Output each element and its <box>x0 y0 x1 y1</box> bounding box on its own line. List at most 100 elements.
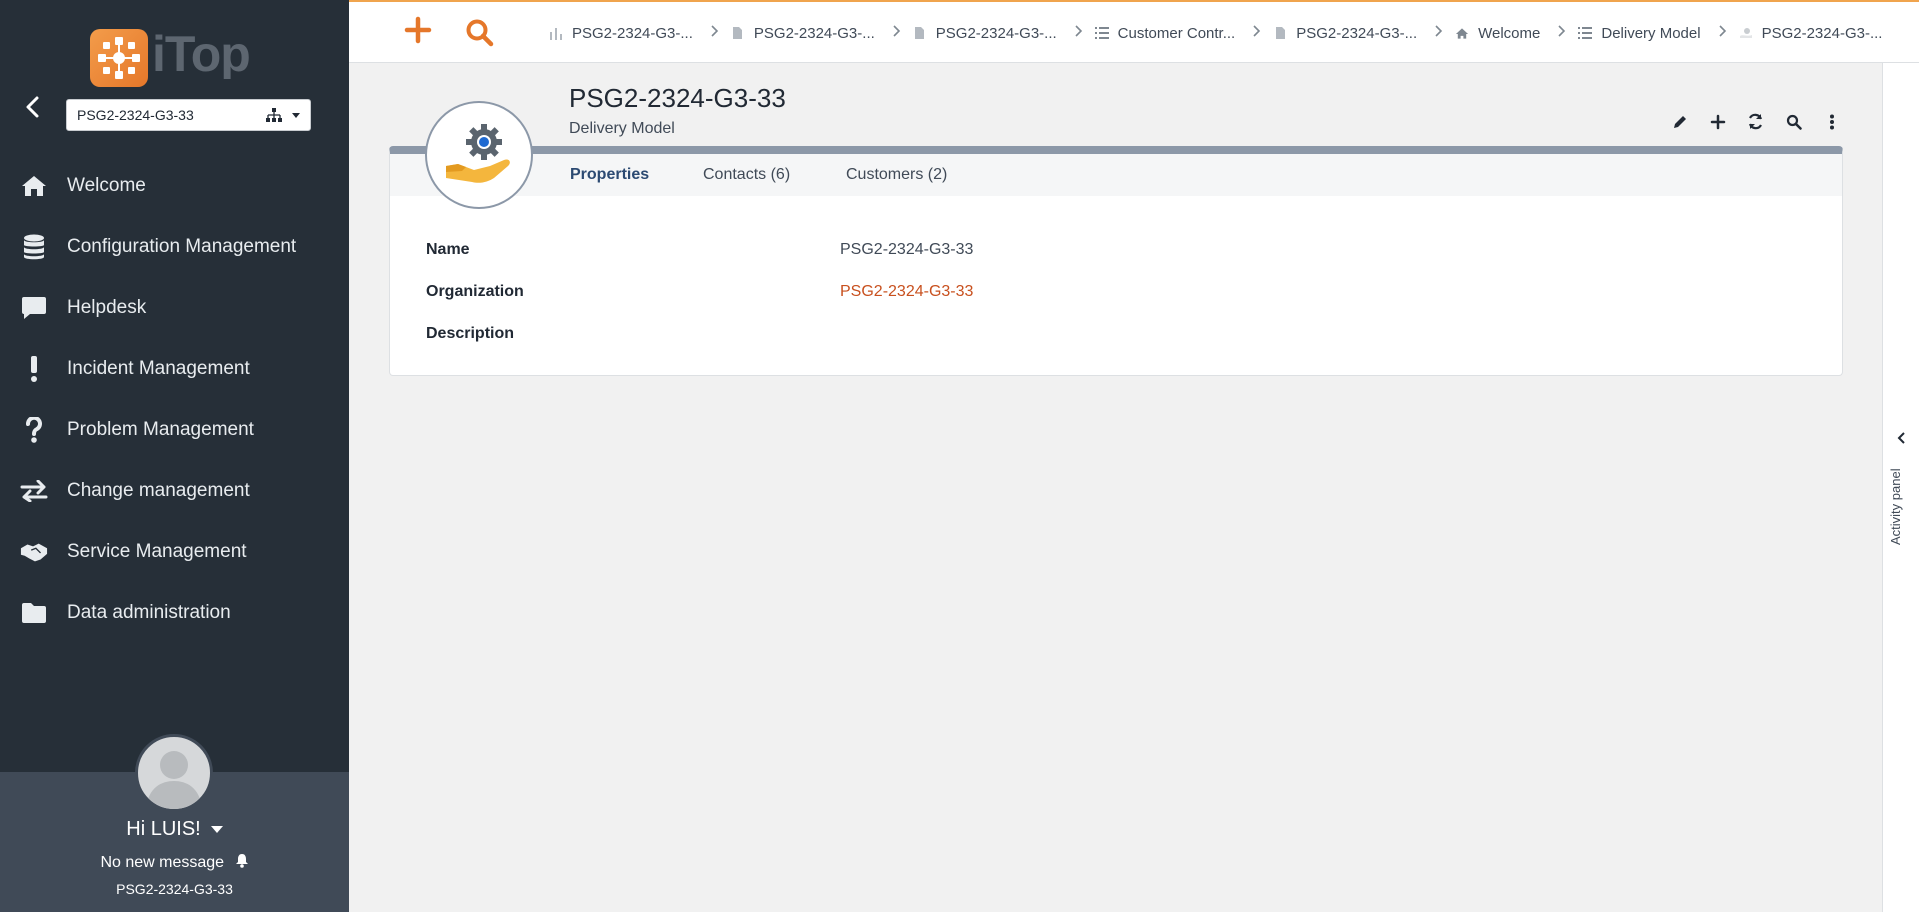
menu-item-label: Problem Management <box>67 418 254 440</box>
kebab-menu-icon <box>1829 114 1834 129</box>
refresh-icon <box>1748 113 1763 130</box>
breadcrumb-label: Customer Contr... <box>1117 24 1236 42</box>
svg-text:iTop: iTop <box>152 26 250 79</box>
home-icon <box>1455 26 1469 40</box>
document-icon <box>1273 26 1287 40</box>
chevron-right-icon <box>893 24 901 42</box>
chevron-down-icon <box>292 112 300 118</box>
menu-item-label: Incident Management <box>67 357 250 379</box>
search-icon <box>466 19 494 47</box>
breadcrumb-label: PSG2-2324-G3-... <box>1296 24 1418 42</box>
menu-item-helpdesk[interactable]: Helpdesk <box>0 277 349 338</box>
search-button[interactable] <box>1784 112 1803 131</box>
breadcrumb-item[interactable]: PSG2-2324-G3-... <box>731 25 875 42</box>
new-button[interactable] <box>1708 112 1727 131</box>
menu-item-label: Welcome <box>67 174 146 196</box>
list-icon <box>1578 26 1593 40</box>
chart-icon <box>549 26 563 40</box>
chevron-right-icon <box>711 24 719 42</box>
breadcrumb-item[interactable]: PSG2-2324-G3-... <box>549 25 693 42</box>
greeting-text: Hi LUIS! <box>126 818 201 840</box>
database-icon <box>20 233 48 261</box>
edit-button[interactable] <box>1670 112 1689 131</box>
top-bar: PSG2-2324-G3-... PSG2-2324-G3-... PSG2-2… <box>349 0 1919 63</box>
exclamation-icon <box>20 355 48 383</box>
delivery-model-icon <box>1739 26 1753 40</box>
organization-link[interactable]: PSG2-2324-G3-33 <box>840 283 973 301</box>
chevron-right-icon <box>1558 24 1566 42</box>
breadcrumb-item[interactable]: Customer Contr... <box>1094 24 1236 42</box>
pencil-icon <box>1673 115 1686 128</box>
menu-item-service-management[interactable]: Service Management <box>0 521 349 582</box>
document-icon <box>731 26 745 40</box>
chevron-right-icon <box>1718 24 1727 42</box>
tabs-bar: Properties Contacts (6) Customers (2) <box>390 154 1842 196</box>
logo-mark-icon <box>90 29 148 87</box>
breadcrumb-label: PSG2-2324-G3-... <box>753 24 875 42</box>
delivery-model-icon <box>425 101 533 209</box>
breadcrumb-label: PSG2-2324-G3-... <box>935 24 1057 42</box>
field-label: Name <box>426 241 470 258</box>
menu-item-problem-management[interactable]: Problem Management <box>0 399 349 460</box>
breadcrumb-item-current[interactable]: PSG2-2324-G3-... <box>1739 24 1883 42</box>
avatar[interactable] <box>135 734 213 812</box>
activity-panel-toggle[interactable] <box>1895 431 1909 445</box>
menu-item-label: Data administration <box>67 601 231 623</box>
global-search-button[interactable] <box>465 18 495 48</box>
user-organization: PSG2-2324-G3-33 <box>116 881 233 897</box>
menu-item-data-administration[interactable]: Data administration <box>0 582 349 643</box>
question-icon <box>20 416 48 444</box>
notifications-text: No new message <box>100 854 225 871</box>
object-title: PSG2-2324-G3-33 <box>569 83 786 113</box>
breadcrumb-item[interactable]: PSG2-2324-G3-... <box>913 25 1057 42</box>
hierarchy-icon <box>266 108 282 122</box>
menu-item-configuration-management[interactable]: Configuration Management <box>0 216 349 277</box>
breadcrumb-label: PSG2-2324-G3-... <box>1761 24 1883 42</box>
breadcrumb: PSG2-2324-G3-... PSG2-2324-G3-... PSG2-2… <box>549 24 1882 42</box>
object-details-panel: Properties Contacts (6) Customers (2) Na… <box>389 146 1843 376</box>
breadcrumb-label: PSG2-2324-G3-... <box>572 24 693 42</box>
menu-item-welcome[interactable]: Welcome <box>0 155 349 216</box>
field-value-name: PSG2-2324-G3-33 <box>840 241 974 258</box>
search-icon <box>1786 114 1802 130</box>
object-class-label: Delivery Model <box>569 120 675 137</box>
user-silhouette-icon <box>146 751 202 809</box>
breadcrumb-item[interactable]: Delivery Model <box>1578 25 1701 42</box>
itop-logo[interactable]: iTop <box>90 26 252 88</box>
tab-customers[interactable]: Customers (2) <box>846 166 947 184</box>
breadcrumb-item[interactable]: PSG2-2324-G3-... <box>1273 25 1417 42</box>
chevron-left-icon <box>1897 432 1905 444</box>
list-icon <box>1094 26 1109 40</box>
sidebar: iTop PSG2-2324-G3-33 Welcome Configurati… <box>0 0 349 912</box>
more-actions-button[interactable] <box>1822 112 1841 131</box>
exchange-arrows-icon <box>20 477 48 505</box>
handshake-icon <box>20 538 48 566</box>
organization-filter-value: PSG2-2324-G3-33 <box>77 107 194 123</box>
new-object-button[interactable] <box>404 16 432 48</box>
chevron-left-icon <box>26 96 39 118</box>
folder-icon <box>20 599 48 627</box>
chevron-down-icon <box>210 826 223 834</box>
organization-filter-select[interactable]: PSG2-2324-G3-33 <box>66 99 311 131</box>
field-label: Organization <box>426 283 524 300</box>
object-actions-toolbar <box>1670 112 1841 131</box>
tab-properties[interactable]: Properties <box>570 166 649 184</box>
menu-item-label: Service Management <box>67 540 247 562</box>
notifications[interactable]: No new message <box>0 853 349 872</box>
user-greeting[interactable]: Hi LUIS! <box>0 818 349 841</box>
menu-item-label: Helpdesk <box>67 296 147 318</box>
plus-icon <box>404 16 432 44</box>
menu-item-incident-management[interactable]: Incident Management <box>0 338 349 399</box>
chevron-right-icon <box>1253 24 1261 42</box>
chat-bubble-icon <box>20 294 48 322</box>
document-icon <box>913 26 927 40</box>
tab-contacts[interactable]: Contacts (6) <box>703 166 790 184</box>
plus-icon <box>1710 114 1725 129</box>
collapse-sidebar-button[interactable] <box>18 92 48 122</box>
refresh-button[interactable] <box>1746 112 1765 131</box>
activity-panel-label[interactable]: Activity panel <box>1888 468 1903 545</box>
breadcrumb-item[interactable]: Welcome <box>1455 25 1540 42</box>
menu-item-change-management[interactable]: Change management <box>0 460 349 521</box>
menu-item-label: Change management <box>67 479 250 501</box>
home-icon <box>20 172 48 200</box>
